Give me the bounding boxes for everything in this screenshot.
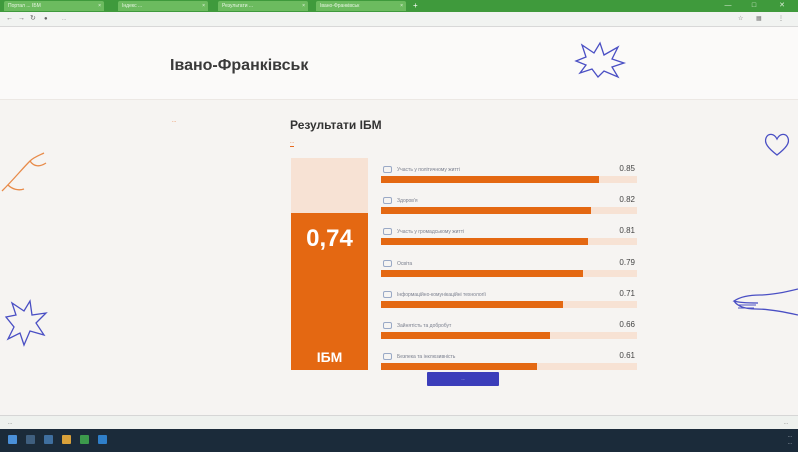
indicator-label: Здоров'я	[397, 198, 418, 205]
indicator-row: Інформаційно-комунікаційні технології 0.7…	[381, 288, 637, 312]
indicator-value: 0.82	[619, 195, 635, 205]
indicator-track	[381, 363, 637, 371]
indicator-track	[381, 207, 637, 215]
indicator-row: Участь у політичному житті 0.85	[381, 163, 637, 187]
indicator-label: Участь у громадському житті	[397, 229, 465, 236]
page-content: Івано-Франківськ ... Результати ІБМ ... …	[0, 27, 798, 415]
briefcase-icon	[383, 322, 392, 329]
indicator-row: Здоров'я 0.82	[381, 194, 637, 218]
indicator-label: Освіта	[397, 260, 413, 267]
indicator-row: Освіта 0.79	[381, 257, 637, 281]
clock-time: ...	[787, 433, 792, 439]
windows-taskbar: ... ...	[0, 429, 798, 452]
tab-close-icon[interactable]: ×	[302, 1, 305, 11]
site-header: Івано-Франківськ	[0, 27, 798, 100]
indicator-track	[381, 269, 637, 277]
hand-drawing-icon	[1, 152, 47, 192]
tab-close-icon[interactable]: ×	[400, 1, 403, 11]
browser-tab-bar: Портал ... ІБМ × Індекс ... × Результати .…	[0, 0, 798, 12]
minimize-icon[interactable]: —	[718, 0, 738, 12]
menu-icon[interactable]: ⋮	[778, 14, 784, 24]
indicator-label: Участь у політичному житті	[397, 167, 461, 173]
tab-label: Івано-Франківськ	[320, 3, 360, 9]
overall-score-label: ІБМ	[316, 349, 343, 365]
page-title: Івано-Франківськ	[170, 57, 309, 74]
details-button[interactable]: ...	[427, 372, 499, 386]
indicator-label: Зайнятість та добробут	[397, 323, 452, 329]
reload-icon[interactable]: ↻	[30, 14, 36, 24]
back-icon[interactable]: ←	[6, 14, 13, 24]
indicator-row: Участь у громадському житті 0.81	[381, 225, 637, 249]
tab-close-icon[interactable]: ×	[202, 1, 205, 11]
indicator-fill	[381, 207, 591, 215]
close-icon[interactable]: ✕	[772, 0, 792, 12]
indicator-value: 0.71	[619, 288, 635, 298]
tab-label: Індекс ...	[122, 3, 143, 9]
lock-icon: ●	[44, 16, 48, 22]
show-all-downloads[interactable]: ...	[784, 416, 788, 430]
indicator-fill	[381, 300, 563, 308]
start-icon[interactable]	[8, 435, 17, 444]
laptop-icon	[383, 290, 392, 298]
results-title: Результати ІБМ	[290, 118, 382, 132]
starburst-small-icon	[4, 299, 48, 347]
indicator-track	[381, 176, 637, 183]
tab-label: Результати ...	[222, 3, 254, 9]
indicator-value: 0.61	[619, 351, 635, 361]
tab-ibm[interactable]: ...	[290, 139, 295, 147]
indicator-value: 0.79	[619, 257, 635, 267]
browser-tab-2[interactable]: Індекс ... ×	[118, 1, 208, 11]
indicator-fill	[381, 269, 584, 277]
speech-icon	[383, 228, 392, 236]
address-bar: ← → ↻ ● ... ☆ ▦ ⋮	[0, 12, 798, 27]
tab-label: Портал ... ІБМ	[8, 3, 41, 9]
indicator-track	[381, 300, 637, 308]
browser-tab-1[interactable]: Портал ... ІБМ ×	[4, 1, 104, 11]
indicator-value: 0.81	[619, 226, 635, 236]
search-icon[interactable]	[26, 435, 35, 444]
indicator-fill	[381, 176, 599, 183]
indicator-row: Зайнятість та добробут 0.66	[381, 319, 637, 343]
indicator-fill	[381, 363, 538, 371]
heart-outline-icon	[764, 133, 790, 156]
indicator-value: 0.85	[619, 164, 635, 173]
book-icon	[383, 259, 392, 267]
browser-tab-active[interactable]: Івано-Франківськ ×	[316, 1, 406, 11]
chrome-icon[interactable]	[80, 435, 89, 444]
clock-date: ...	[787, 440, 792, 446]
indicator-label: Інформаційно-комунікаційні технології	[397, 291, 486, 298]
indicator-label: Безпека та інклюзивність	[397, 354, 456, 361]
download-item[interactable]: ...	[8, 416, 12, 430]
shield-icon	[383, 353, 392, 361]
file-explorer-icon[interactable]	[62, 435, 71, 444]
word-icon[interactable]	[98, 435, 107, 444]
heart-icon	[383, 197, 392, 205]
download-bar: ... ...	[0, 415, 798, 430]
people-icon	[383, 166, 392, 173]
star-icon[interactable]: ☆	[738, 14, 743, 24]
system-tray[interactable]: ... ...	[788, 433, 792, 447]
indicator-fill	[381, 332, 550, 339]
browser-tab-3[interactable]: Результати ... ×	[218, 1, 308, 11]
breadcrumb[interactable]: ...	[172, 118, 176, 124]
overall-score-value: 0,74	[306, 225, 353, 252]
url-field[interactable]: ...	[62, 14, 182, 24]
maximize-icon[interactable]: □	[744, 0, 764, 12]
task-view-icon[interactable]	[44, 435, 53, 444]
tab-close-icon[interactable]: ×	[98, 1, 101, 11]
indicator-fill	[381, 238, 589, 246]
hand-reaching-icon	[732, 288, 798, 316]
indicator-track	[381, 332, 637, 339]
extensions-icon[interactable]: ▦	[756, 14, 762, 24]
forward-icon[interactable]: →	[18, 14, 25, 24]
indicator-track	[381, 238, 637, 246]
indicator-value: 0.66	[619, 320, 635, 329]
starburst-icon	[574, 41, 627, 79]
indicator-row: Безпека та інклюзивність 0.61	[381, 350, 637, 374]
new-tab-button[interactable]: +	[410, 1, 424, 11]
